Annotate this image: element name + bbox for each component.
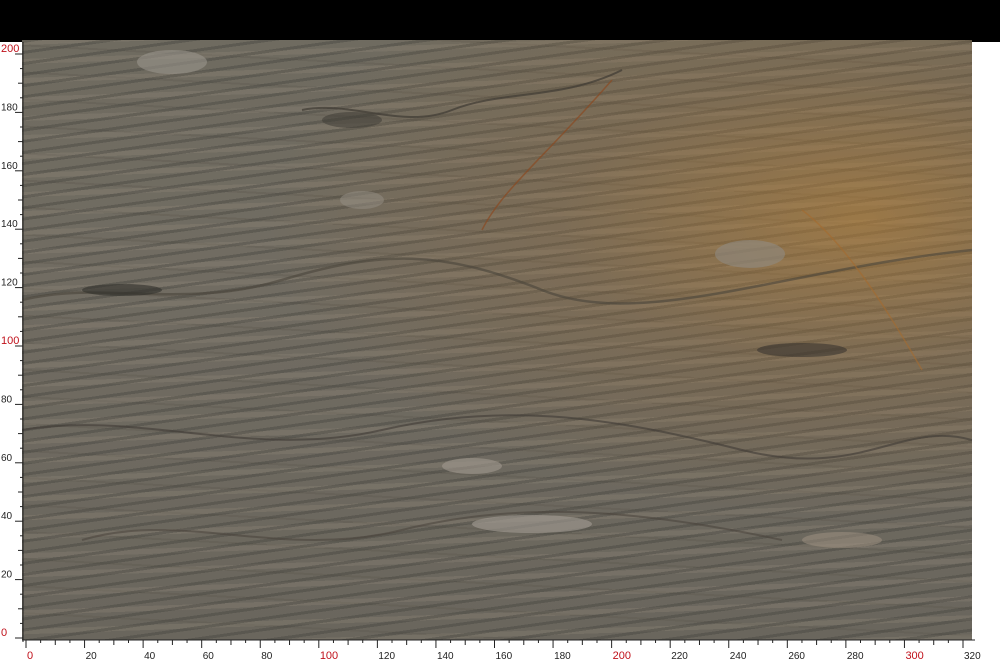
vertical-ruler-label: 40 — [1, 511, 13, 522]
horizontal-ruler-label: 260 — [788, 651, 805, 662]
horizontal-ruler-label: 120 — [378, 651, 395, 662]
vertical-ruler-label: 60 — [1, 453, 13, 464]
slab-texture-veins — [22, 50, 972, 548]
dark-clast-3 — [322, 112, 382, 128]
vertical-ruler: 020406080100120140160180200 — [1, 42, 24, 642]
black-background-band — [0, 0, 1000, 42]
horizontal-ruler-label: 140 — [437, 651, 454, 662]
vein-4 — [81, 510, 783, 541]
dark-clast-2 — [757, 343, 847, 357]
vertical-ruler-label: 160 — [1, 161, 18, 172]
horizontal-ruler-label: 100 — [320, 650, 338, 662]
vertical-ruler-label: 200 — [1, 43, 19, 55]
vein-1 — [301, 69, 623, 118]
horizontal-ruler-label: 80 — [261, 651, 273, 662]
horizontal-ruler-label: 200 — [613, 650, 631, 662]
vein-5 — [481, 79, 613, 231]
vertical-ruler-label: 100 — [1, 335, 19, 347]
pale-clast-1 — [137, 50, 207, 74]
stone-slab-photo — [22, 40, 972, 640]
pale-clast-2 — [442, 458, 502, 474]
pale-clast-4 — [715, 240, 785, 268]
vein-2 — [22, 248, 972, 305]
horizontal-ruler-label: 300 — [905, 650, 923, 662]
vertical-ruler-label: 180 — [1, 102, 18, 113]
horizontal-ruler-label: 180 — [554, 651, 571, 662]
vertical-ruler-label: 80 — [1, 394, 13, 405]
vertical-ruler-label: 140 — [1, 219, 18, 230]
horizontal-ruler-label: 280 — [847, 651, 864, 662]
horizontal-ruler: 0 20 40 60 80 100 120 140 160 180 200 220 240 260 280 3… — [22, 639, 981, 662]
vertical-ruler-label: 20 — [1, 570, 13, 581]
horizontal-ruler-label: 160 — [496, 651, 513, 662]
horizontal-ruler-label: 0 — [27, 650, 33, 662]
pale-clast-3 — [472, 515, 592, 533]
pale-clast-5 — [340, 191, 384, 209]
horizontal-ruler-label: 20 — [86, 651, 98, 662]
horizontal-ruler-label: 40 — [144, 651, 156, 662]
vertical-ruler-label: 120 — [1, 278, 18, 289]
horizontal-ruler-label: 60 — [203, 651, 215, 662]
horizontal-ruler-label: 240 — [730, 651, 747, 662]
dark-clast-1 — [82, 284, 162, 296]
horizontal-ruler-label: 220 — [671, 651, 688, 662]
pale-clast-6 — [802, 532, 882, 548]
vein-3 — [22, 414, 972, 460]
horizontal-ruler-label: 320 — [964, 651, 981, 662]
